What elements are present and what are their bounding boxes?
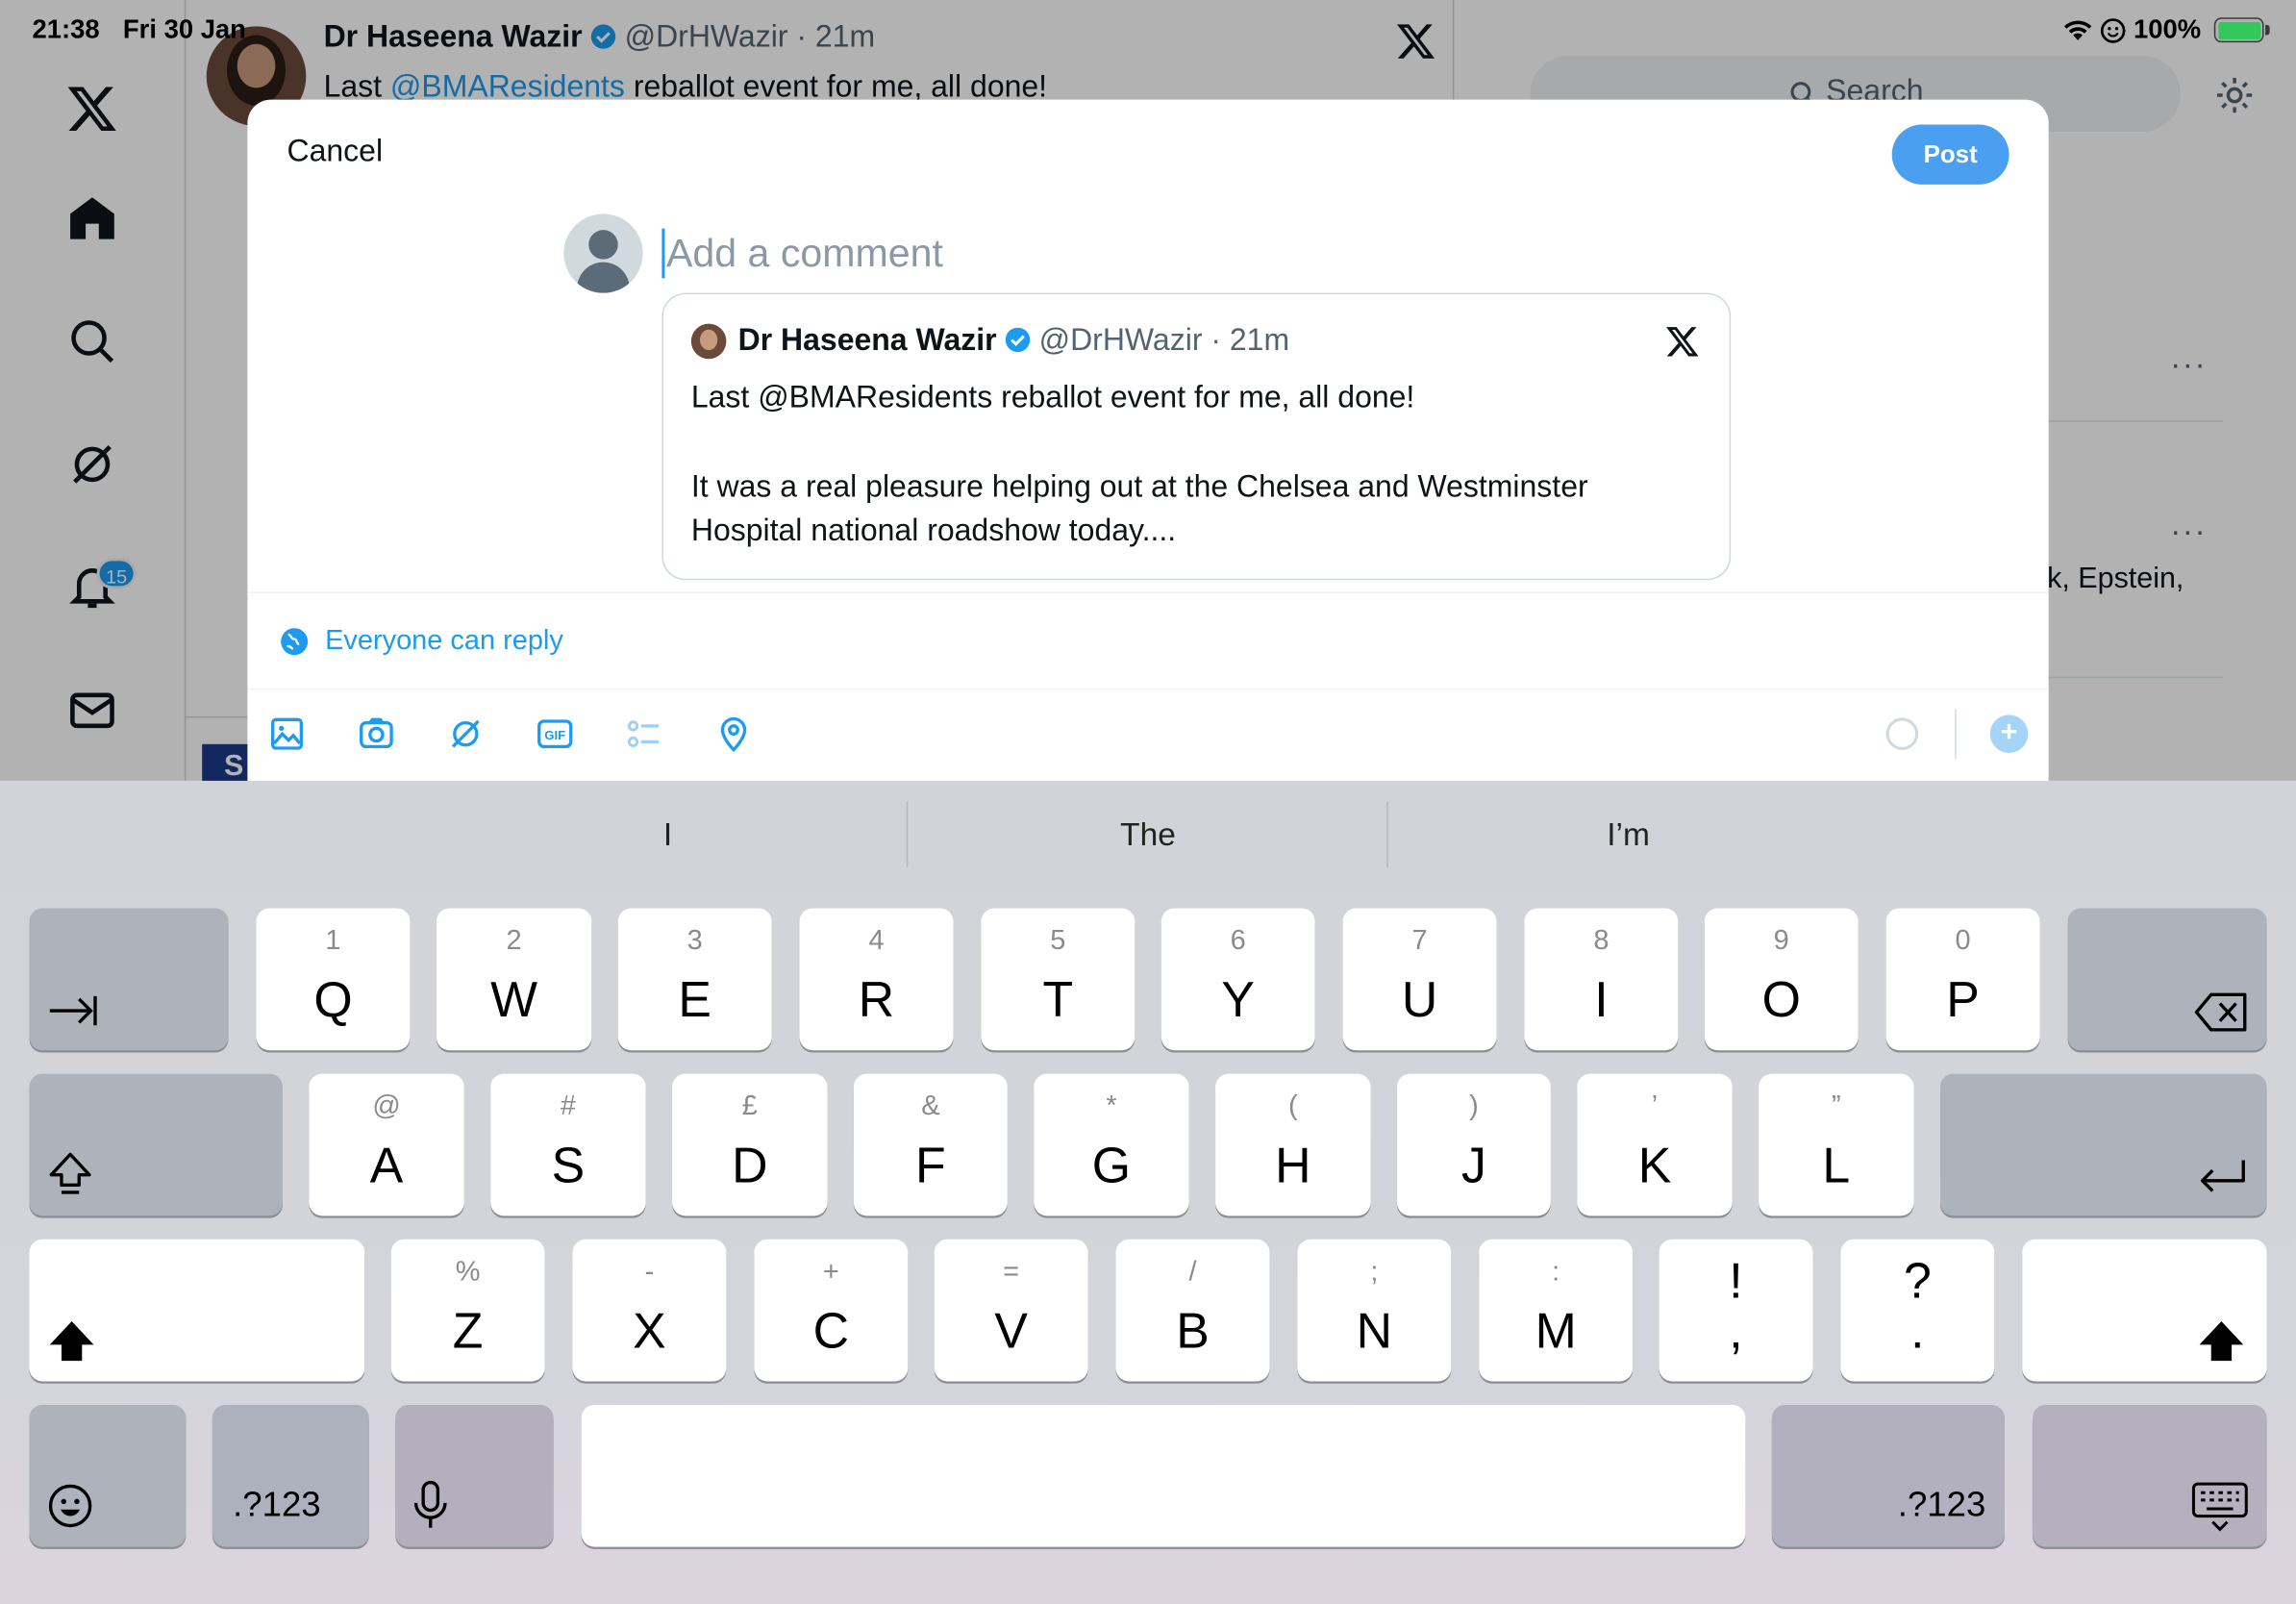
user-avatar xyxy=(563,213,643,293)
dictation-key[interactable] xyxy=(395,1404,554,1547)
suggestion-3[interactable]: I’m xyxy=(1394,815,1862,854)
key-v[interactable]: = V xyxy=(934,1239,1088,1382)
reply-settings-bar[interactable]: Everyone can reply xyxy=(247,591,2049,690)
suggestion-2[interactable]: The xyxy=(913,815,1382,854)
quoted-text-line: It was a real pleasure helping out at th… xyxy=(690,469,1588,505)
key-s[interactable]: # S xyxy=(490,1073,646,1216)
grok-icon[interactable] xyxy=(447,714,486,753)
ipad-screen: 15 Dr Haseena Wazir @DrHWazir · 21m Last… xyxy=(0,0,2296,1604)
key-q[interactable]: 1Q xyxy=(256,908,411,1051)
post-button[interactable]: Post xyxy=(1891,124,2009,185)
battery-percent: 100% xyxy=(2134,14,2202,44)
cancel-button[interactable]: Cancel xyxy=(287,135,384,170)
tab-key[interactable] xyxy=(29,908,229,1051)
key-d[interactable]: £ D xyxy=(672,1073,828,1216)
caps-lock-key[interactable] xyxy=(29,1073,283,1216)
key-n[interactable]: ; N xyxy=(1297,1239,1452,1382)
x-logo-small-icon xyxy=(1666,327,1699,357)
left-shift-key[interactable] xyxy=(29,1239,365,1382)
quoted-text-line: Hospital national roadshow today.... xyxy=(690,514,1177,548)
key-x[interactable]: -X xyxy=(572,1239,727,1382)
key-k[interactable]: ’ K xyxy=(1577,1073,1733,1216)
quote-compose-modal: Cancel Post Add a comment Dr Haseena Waz… xyxy=(247,99,2049,789)
add-post-icon[interactable]: + xyxy=(1989,714,2029,753)
quoted-meta: @DrHWazir · 21m xyxy=(1038,323,1290,358)
image-icon[interactable] xyxy=(268,714,307,753)
battery-icon xyxy=(2213,17,2264,43)
key-c[interactable]: + C xyxy=(754,1239,909,1382)
key-a[interactable]: @ A xyxy=(309,1073,464,1216)
status-time: 21:38 xyxy=(32,14,100,44)
wifi-icon xyxy=(2063,20,2092,40)
key-o[interactable]: 9O xyxy=(1704,908,1859,1051)
emoji-key[interactable] xyxy=(29,1404,187,1547)
gif-icon[interactable]: GIF xyxy=(536,714,574,753)
delete-key[interactable] xyxy=(2067,908,2267,1051)
poll-icon[interactable] xyxy=(625,714,663,753)
location-icon[interactable] xyxy=(714,714,753,753)
quoted-post-header: Dr Haseena Wazir @DrHWazir · 21m xyxy=(738,324,1290,360)
key-l[interactable]: ” L xyxy=(1759,1073,1914,1216)
numbers-key-left[interactable]: .?123 xyxy=(212,1404,369,1547)
numbers-key-right[interactable]: .?123 xyxy=(1771,1404,2005,1547)
key-i[interactable]: 8I xyxy=(1524,908,1679,1051)
right-shift-key[interactable] xyxy=(2022,1239,2267,1382)
key-u[interactable]: 7U xyxy=(1342,908,1497,1051)
key-f[interactable]: & F xyxy=(853,1073,1008,1216)
key-t[interactable]: 5T xyxy=(981,908,1136,1051)
key-period[interactable]: ?. xyxy=(1840,1239,1995,1382)
character-count-ring xyxy=(1885,717,1919,750)
camera-icon[interactable] xyxy=(358,714,396,753)
suggestion-1[interactable]: I xyxy=(434,815,902,854)
comment-input[interactable]: Add a comment xyxy=(661,228,943,279)
verified-badge-icon xyxy=(1005,327,1031,353)
reply-setting-label[interactable]: Everyone can reply xyxy=(325,625,563,658)
key-p[interactable]: 0P xyxy=(1885,908,2040,1051)
key-w[interactable]: 2W xyxy=(436,908,592,1051)
space-bar[interactable] xyxy=(581,1404,1746,1547)
return-key[interactable] xyxy=(1939,1073,2267,1216)
onscreen-keyboard: I The I’m 1Q 2W 3E 4R 5T 6Y 7U 8I 9O 0P … xyxy=(0,780,2296,1604)
svg-text:GIF: GIF xyxy=(544,728,565,742)
focus-mode-icon xyxy=(2100,18,2126,43)
quoted-author-avatar xyxy=(690,323,727,360)
key-g[interactable]: * G xyxy=(1034,1073,1189,1216)
key-e[interactable]: 3E xyxy=(617,908,772,1051)
key-r[interactable]: 4R xyxy=(799,908,954,1051)
quoted-text-line: Last @BMAResidents reballot event for me… xyxy=(690,381,1415,415)
key-b[interactable]: / B xyxy=(1115,1239,1270,1382)
key-j[interactable]: ) J xyxy=(1396,1073,1551,1216)
dismiss-keyboard-key[interactable] xyxy=(2032,1404,2267,1547)
key-y[interactable]: 6Y xyxy=(1160,908,1315,1051)
key-comma[interactable]: !, xyxy=(1659,1239,1813,1382)
key-z[interactable]: % Z xyxy=(390,1239,545,1382)
quoted-post-card[interactable]: Dr Haseena Wazir @DrHWazir · 21m Last @B… xyxy=(661,292,1732,581)
status-date: Fri 30 Jan xyxy=(122,14,246,44)
globe-icon xyxy=(281,628,309,656)
key-m[interactable]: :M xyxy=(1479,1239,1634,1382)
key-h[interactable]: (H xyxy=(1215,1073,1371,1216)
quoted-author: Dr Haseena Wazir xyxy=(737,323,997,358)
